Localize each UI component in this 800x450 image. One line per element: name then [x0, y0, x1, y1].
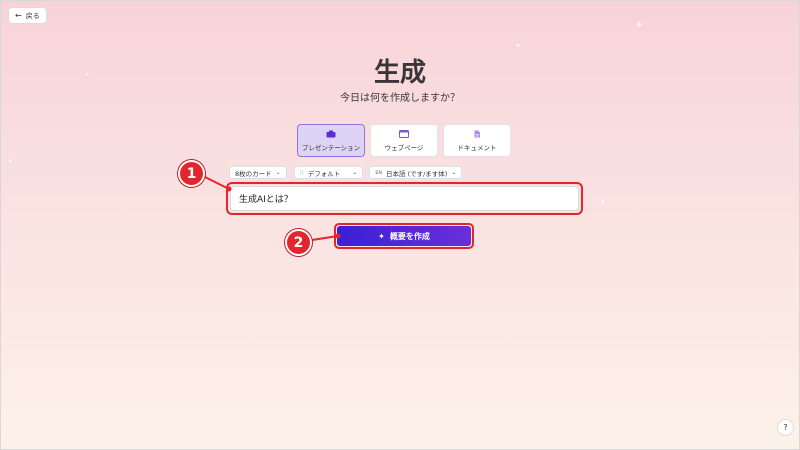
sparkle-decoration: ✦	[635, 20, 644, 31]
page-title: 生成	[373, 58, 426, 88]
generation-options: 8枚のカード ⌄ :: デフォルト ⌄ ᴇɴ 日本語 (です/ます体) ⌄	[229, 166, 463, 179]
annotation-marker-1: 1	[178, 160, 205, 187]
prompt-highlight: 生成AIとは？	[226, 182, 583, 215]
presentation-icon	[326, 130, 336, 137]
sparkle-decoration: ✦	[8, 158, 14, 165]
webpage-icon	[399, 129, 409, 138]
help-button[interactable]: ?	[777, 419, 794, 436]
sparkle-icon: ✦	[378, 231, 385, 241]
sparkle-decoration: ✦	[600, 198, 606, 206]
page-subtitle: 今日は何を作成しますか？	[340, 93, 460, 104]
language-select[interactable]: ᴇɴ 日本語 (です/ます体) ⌄	[369, 166, 463, 179]
chevron-down-icon: ⌄	[451, 169, 457, 176]
theme-glyph-icon: ::	[299, 169, 304, 176]
tab-presentation[interactable]: プレゼンテーション	[297, 124, 365, 157]
arrow-left-icon: ←	[15, 11, 22, 20]
generate-label: 概要を作成	[389, 231, 430, 241]
annotation-marker-2: 2	[285, 229, 312, 256]
tab-document-label: ドキュメント	[457, 143, 497, 152]
document-icon	[474, 130, 480, 137]
generate-outline-button[interactable]: ✦ 概要を作成	[337, 226, 471, 246]
generate-highlight: ✦ 概要を作成	[334, 223, 474, 249]
chevron-down-icon: ⌄	[352, 169, 358, 176]
sparkle-decoration: ✦	[515, 42, 521, 50]
tab-document[interactable]: ドキュメント	[443, 124, 511, 157]
language-icon: ᴇɴ	[375, 169, 382, 176]
chevron-down-icon: ⌄	[275, 169, 281, 176]
language-value: 日本語 (です/ます体)	[386, 169, 448, 178]
back-label: 戻る	[25, 11, 40, 20]
theme-value: デフォルト	[307, 169, 341, 178]
prompt-input[interactable]: 生成AIとは？	[230, 186, 579, 211]
tab-webpage-label: ウェブページ	[384, 143, 424, 152]
card-count-value: 8枚のカード	[235, 169, 272, 178]
back-button[interactable]: ← 戻る	[8, 7, 47, 24]
card-count-select[interactable]: 8枚のカード ⌄	[229, 166, 287, 179]
tab-webpage[interactable]: ウェブページ	[370, 124, 438, 157]
theme-select[interactable]: :: デフォルト ⌄	[293, 166, 364, 179]
content-type-tabs: プレゼンテーション ウェブページ ドキュメント	[297, 124, 511, 157]
tab-presentation-label: プレゼンテーション	[301, 143, 361, 152]
